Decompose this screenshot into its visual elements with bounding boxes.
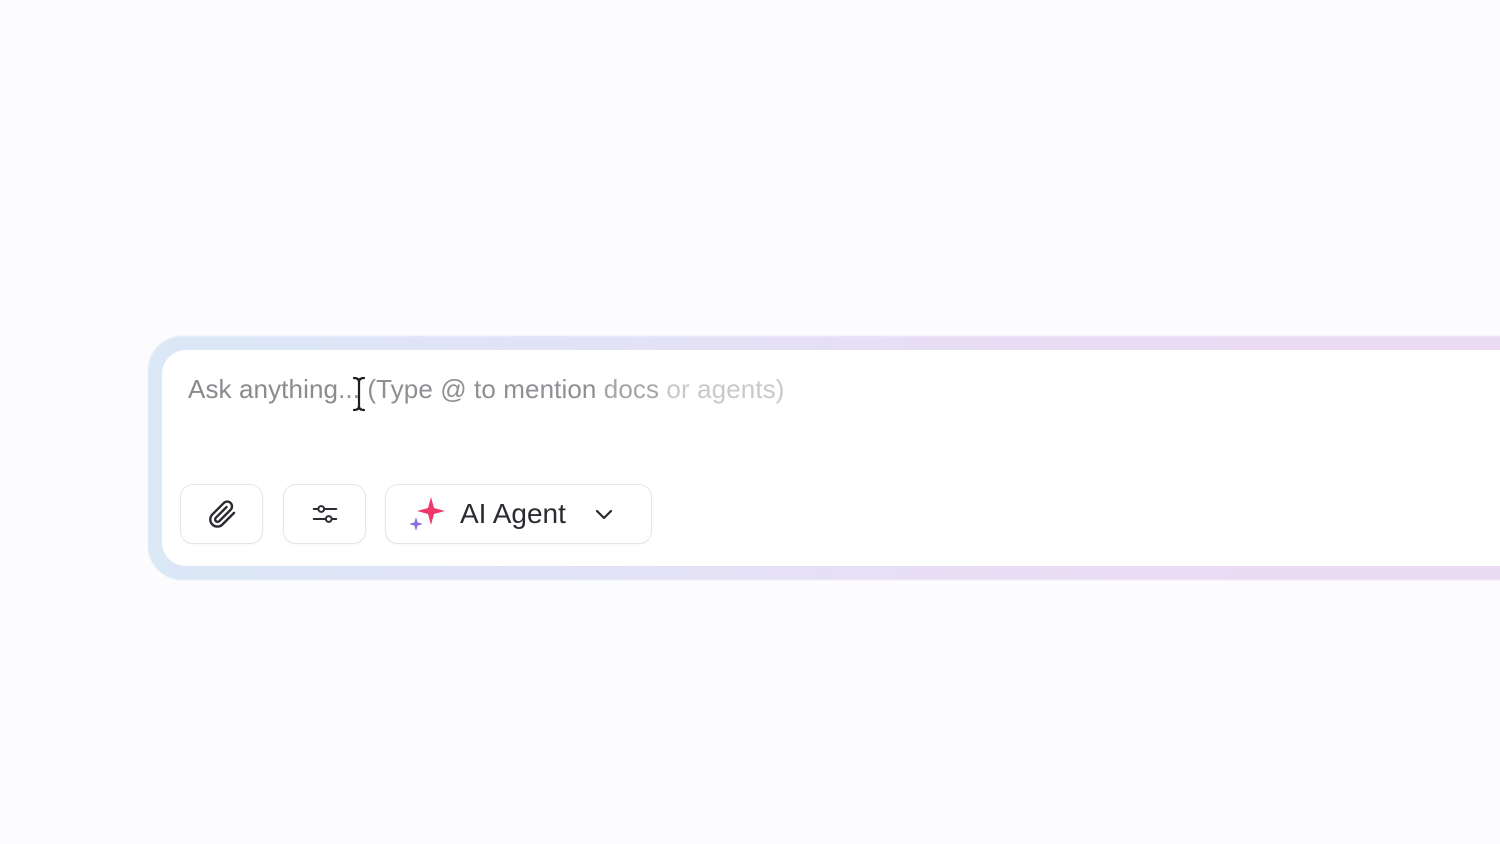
paperclip-icon xyxy=(208,500,235,528)
text-cursor-icon xyxy=(352,376,366,412)
chevron-down-icon xyxy=(592,502,616,526)
placeholder-text-part: docs xyxy=(596,374,660,404)
sliders-icon xyxy=(312,505,337,523)
settings-button[interactable] xyxy=(283,484,366,544)
agent-selector-label: AI Agent xyxy=(460,498,566,529)
sparkle-icon xyxy=(409,497,445,531)
attach-button[interactable] xyxy=(180,484,263,544)
agent-selector-dropdown[interactable]: AI Agent xyxy=(385,484,652,544)
placeholder-text-part: ... (Type @ to mention xyxy=(338,374,597,404)
prompt-input[interactable]: Ask anything... (Type @ to mention docs … xyxy=(188,372,785,406)
placeholder-text-part: or agents) xyxy=(659,374,785,404)
placeholder-text-part: Ask anything xyxy=(188,374,339,404)
page: Ask anything... (Type @ to mention docs … xyxy=(0,0,1500,844)
